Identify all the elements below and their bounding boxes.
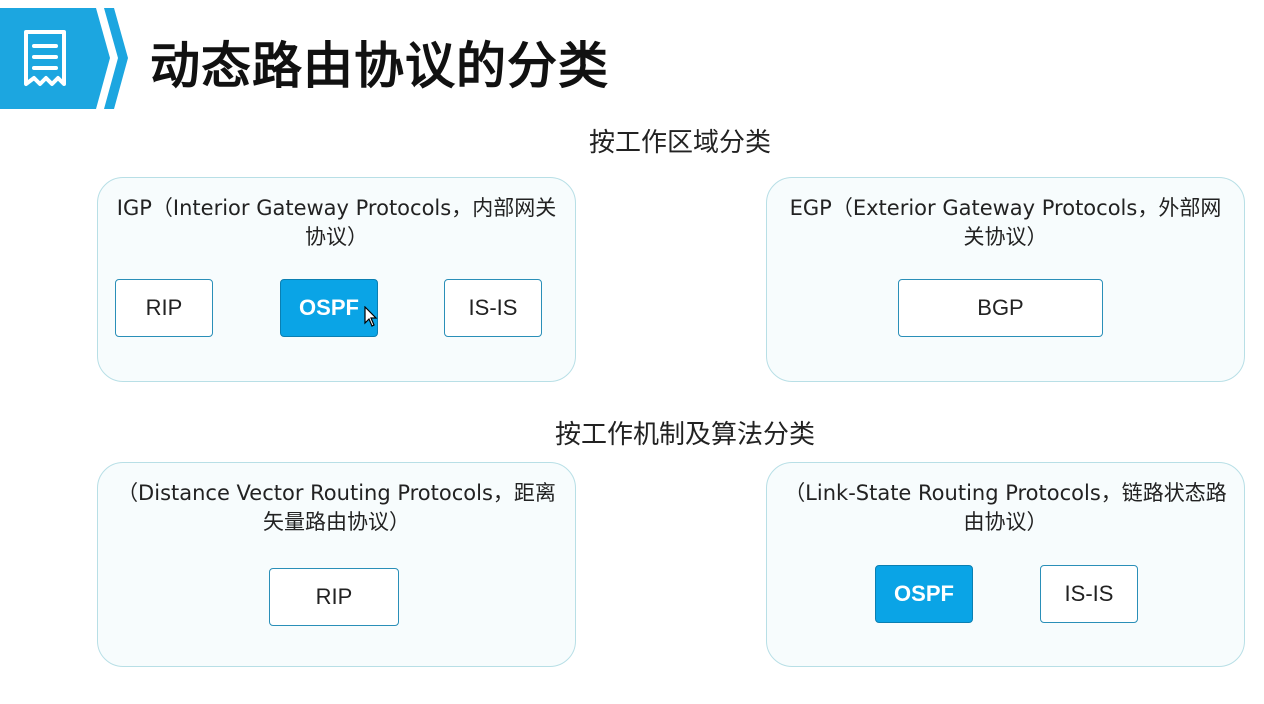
mouse-cursor-icon (364, 306, 378, 327)
panel-igp-description: IGP（Interior Gateway Protocols，内部网关 协议） (98, 194, 575, 252)
section-title-by-algorithm: 按工作机制及算法分类 (554, 420, 816, 450)
panel-egp-desc-line1: EGP（Exterior Gateway Protocols，外部网 (789, 196, 1222, 220)
panel-dv-desc-line1: （Distance Vector Routing Protocols，距离 (117, 481, 556, 505)
panel-igp: IGP（Interior Gateway Protocols，内部网关 协议） … (97, 177, 576, 382)
protocol-bgp-button[interactable]: BGP (898, 279, 1103, 337)
panel-dv-desc-line2: 矢量路由协议） (263, 510, 410, 534)
panel-link-state: （Link-State Routing Protocols，链路状态路 由协议）… (766, 462, 1245, 667)
protocol-ospf-ls-button[interactable]: OSPF (875, 565, 973, 623)
header-badge (0, 8, 128, 109)
panel-egp-desc-line2: 关协议） (963, 225, 1048, 249)
protocol-rip-dv-button[interactable]: RIP (269, 568, 399, 626)
panel-ls-desc-line2: 由协议） (963, 510, 1048, 534)
panel-igp-desc-line2: 协议） (305, 225, 368, 249)
panel-igp-desc-line1: IGP（Interior Gateway Protocols，内部网关 (116, 196, 557, 220)
panel-egp-description: EGP（Exterior Gateway Protocols，外部网 关协议） (767, 194, 1244, 252)
section-title-by-area: 按工作区域分类 (588, 128, 772, 158)
panel-egp: EGP（Exterior Gateway Protocols，外部网 关协议） … (766, 177, 1245, 382)
protocol-isis-button[interactable]: IS-IS (444, 279, 542, 337)
page-title: 动态路由协议的分类 (150, 37, 609, 95)
panel-dv-description: （Distance Vector Routing Protocols，距离 矢量… (98, 479, 575, 537)
panel-ls-description: （Link-State Routing Protocols，链路状态路 由协议） (767, 479, 1244, 537)
protocol-rip-button[interactable]: RIP (115, 279, 213, 337)
protocol-isis-ls-button[interactable]: IS-IS (1040, 565, 1138, 623)
panel-distance-vector: （Distance Vector Routing Protocols，距离 矢量… (97, 462, 576, 667)
panel-ls-desc-line1: （Link-State Routing Protocols，链路状态路 (784, 481, 1227, 505)
